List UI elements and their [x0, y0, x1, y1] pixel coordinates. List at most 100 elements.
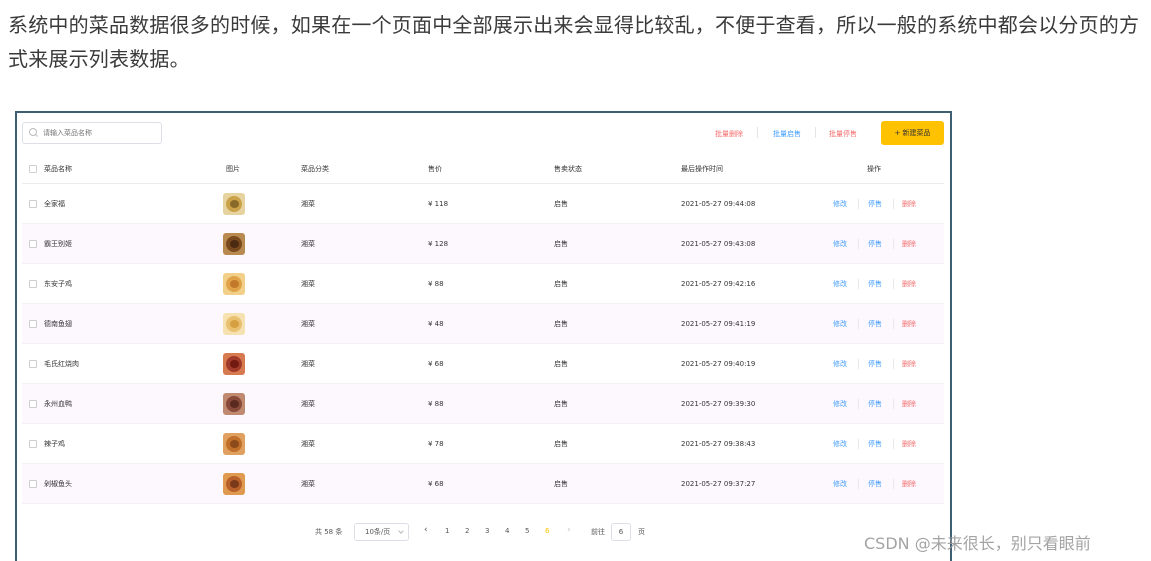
- row-checkbox[interactable]: [29, 439, 37, 448]
- select-all-checkbox[interactable]: [29, 165, 37, 173]
- action-divider: [858, 318, 859, 329]
- column-header-price: 售价: [428, 165, 442, 173]
- edit-button[interactable]: 修改: [833, 384, 847, 423]
- page-size-value: 10条/页: [365, 528, 391, 536]
- row-checkbox[interactable]: [29, 279, 37, 288]
- dish-last-modified: 2021-05-27 09:41:19: [681, 319, 756, 328]
- prev-page-button[interactable]: ‹: [424, 525, 428, 535]
- delete-button[interactable]: 删除: [902, 304, 916, 343]
- row-checkbox[interactable]: [29, 199, 37, 208]
- table-row: 辣子鸡 湘菜 ¥ 78 启售 2021-05-27 09:38:43 修改 停售…: [22, 424, 944, 464]
- delete-button[interactable]: 删除: [902, 264, 916, 303]
- row-checkbox[interactable]: [29, 239, 37, 248]
- row-checkbox[interactable]: [29, 479, 37, 488]
- dish-price: ¥ 68: [428, 359, 444, 368]
- dish-image: [223, 312, 245, 335]
- delete-button[interactable]: 删除: [902, 344, 916, 383]
- dish-status: 启售: [554, 319, 568, 328]
- dish-name: 全家福: [44, 199, 65, 208]
- dish-price: ¥ 128: [428, 239, 449, 248]
- edit-button[interactable]: 修改: [833, 464, 847, 503]
- dish-image: [223, 272, 245, 295]
- pagination: 共 58 条 10条/页 ‹ 1 2 3 4 5 6 › 前往 6 页: [17, 519, 950, 545]
- dish-name: 剁椒鱼头: [44, 479, 72, 488]
- search-field[interactable]: [22, 122, 162, 144]
- dish-price: ¥ 78: [428, 439, 444, 448]
- delete-button[interactable]: 删除: [902, 224, 916, 263]
- batch-stop-sale-button[interactable]: 批量停售: [829, 129, 857, 139]
- stop-sale-button[interactable]: 停售: [868, 464, 882, 503]
- dish-name: 永州血鸭: [44, 399, 72, 408]
- delete-button[interactable]: 删除: [902, 424, 916, 463]
- row-checkbox[interactable]: [29, 359, 37, 368]
- dish-category: 湘菜: [301, 479, 315, 488]
- goto-page-input[interactable]: 6: [611, 523, 631, 541]
- table-row: 霸王别姬 湘菜 ¥ 128 启售 2021-05-27 09:43:08 修改 …: [22, 224, 944, 264]
- dish-status: 启售: [554, 279, 568, 288]
- edit-button[interactable]: 修改: [833, 184, 847, 223]
- search-input[interactable]: [43, 129, 153, 137]
- chevron-down-icon: [398, 528, 404, 534]
- page-number-3[interactable]: 3: [485, 527, 489, 535]
- dish-status: 启售: [554, 199, 568, 208]
- delete-button[interactable]: 删除: [902, 464, 916, 503]
- row-checkbox[interactable]: [29, 319, 37, 328]
- dish-name: 辣子鸡: [44, 439, 65, 448]
- row-checkbox[interactable]: [29, 399, 37, 408]
- stop-sale-button[interactable]: 停售: [868, 184, 882, 223]
- edit-button[interactable]: 修改: [833, 424, 847, 463]
- goto-label: 前往: [591, 528, 605, 536]
- batch-start-sale-button[interactable]: 批量启售: [773, 129, 801, 139]
- column-header-image: 图片: [226, 165, 240, 173]
- page-number-1[interactable]: 1: [445, 527, 449, 535]
- dish-category: 湘菜: [301, 359, 315, 368]
- dish-management-screenshot: 批量删除 批量启售 批量停售 + 新建菜品 菜品名称 图片 菜品分类 售价 售卖…: [15, 111, 952, 561]
- page-number-6[interactable]: 6: [545, 527, 549, 535]
- column-header-status: 售卖状态: [554, 165, 582, 173]
- column-header-last-modified: 最后操作时间: [681, 165, 723, 173]
- stop-sale-button[interactable]: 停售: [868, 424, 882, 463]
- toolbar-divider: [757, 127, 758, 138]
- dish-price: ¥ 68: [428, 479, 444, 488]
- action-divider: [893, 238, 894, 249]
- dish-last-modified: 2021-05-27 09:40:19: [681, 359, 756, 368]
- new-dish-button[interactable]: + 新建菜品: [881, 121, 944, 145]
- stop-sale-button[interactable]: 停售: [868, 264, 882, 303]
- pagination-total: 共 58 条: [315, 528, 343, 536]
- toolbar: 批量删除 批量启售 批量停售 + 新建菜品: [17, 113, 950, 155]
- delete-button[interactable]: 删除: [902, 384, 916, 423]
- edit-button[interactable]: 修改: [833, 264, 847, 303]
- action-divider: [858, 198, 859, 209]
- dish-status: 启售: [554, 239, 568, 248]
- csdn-watermark: CSDN @未来很长，别只看眼前: [864, 534, 1091, 553]
- stop-sale-button[interactable]: 停售: [868, 224, 882, 263]
- action-divider: [893, 478, 894, 489]
- page-number-5[interactable]: 5: [525, 527, 529, 535]
- dish-category: 湘菜: [301, 439, 315, 448]
- dish-category: 湘菜: [301, 399, 315, 408]
- action-divider: [893, 398, 894, 409]
- action-divider: [893, 318, 894, 329]
- next-page-button[interactable]: ›: [567, 525, 571, 535]
- dish-category: 湘菜: [301, 239, 315, 248]
- page-size-select[interactable]: 10条/页: [354, 523, 409, 541]
- page-number-2[interactable]: 2: [465, 527, 469, 535]
- action-divider: [893, 438, 894, 449]
- article-paragraph: 系统中的菜品数据很多的时候，如果在一个页面中全部展示出来会显得比较乱，不便于查看…: [8, 13, 1140, 71]
- batch-delete-button[interactable]: 批量删除: [715, 129, 743, 139]
- table-row: 德南鱼翅 湘菜 ¥ 48 启售 2021-05-27 09:41:19 修改 停…: [22, 304, 944, 344]
- goto-page-suffix: 页: [638, 528, 645, 536]
- table-row: 永州血鸭 湘菜 ¥ 88 启售 2021-05-27 09:39:30 修改 停…: [22, 384, 944, 424]
- dish-last-modified: 2021-05-27 09:37:27: [681, 479, 756, 488]
- edit-button[interactable]: 修改: [833, 224, 847, 263]
- stop-sale-button[interactable]: 停售: [868, 384, 882, 423]
- stop-sale-button[interactable]: 停售: [868, 304, 882, 343]
- dish-status: 启售: [554, 399, 568, 408]
- edit-button[interactable]: 修改: [833, 304, 847, 343]
- action-divider: [893, 278, 894, 289]
- edit-button[interactable]: 修改: [833, 344, 847, 383]
- stop-sale-button[interactable]: 停售: [868, 344, 882, 383]
- delete-button[interactable]: 删除: [902, 184, 916, 223]
- page-number-4[interactable]: 4: [505, 527, 509, 535]
- dish-image: [223, 472, 245, 495]
